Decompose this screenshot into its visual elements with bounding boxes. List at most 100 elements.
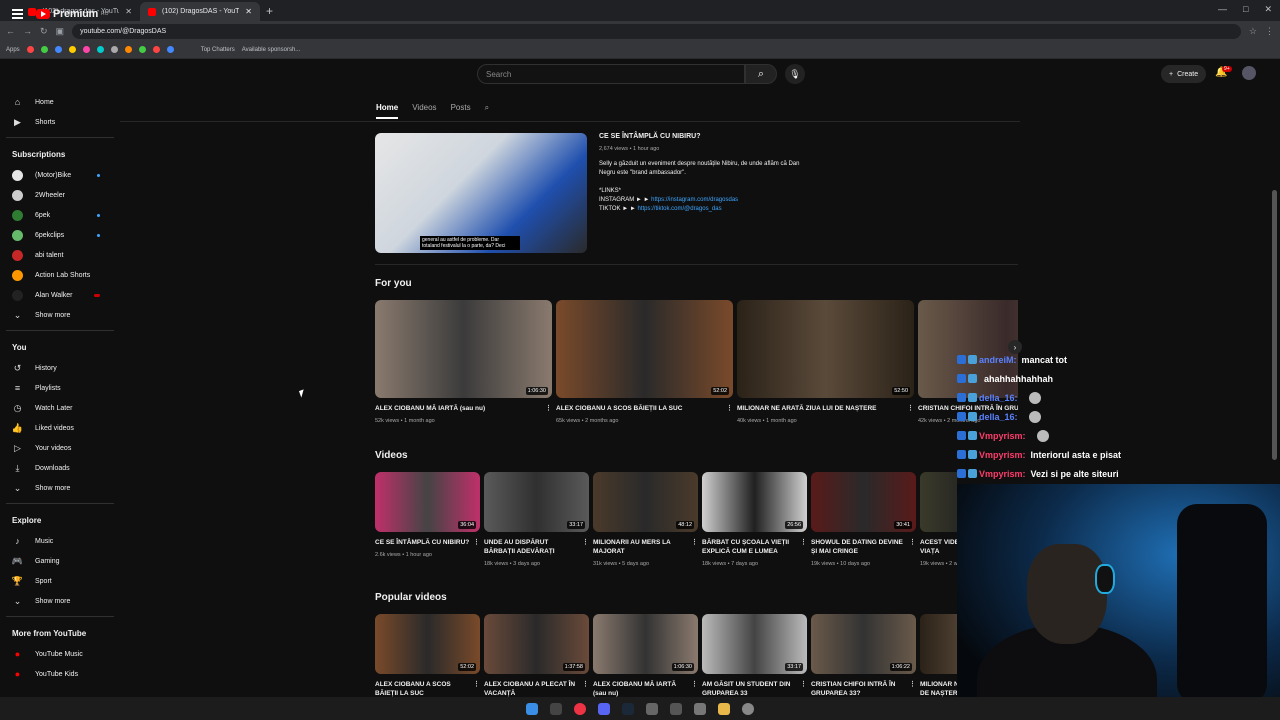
bookmark-icon[interactable]	[124, 46, 132, 53]
avatar[interactable]	[1242, 66, 1256, 80]
video-card[interactable]: 36:04 CE SE ÎNTÂMPLĂ CU NIBIRU? ⋮ 2.6k view…	[375, 472, 482, 567]
sidebar-item[interactable]: ● YouTube Music	[0, 644, 120, 664]
youtube-logo[interactable]: Premium RO	[36, 8, 108, 20]
bookmark-available-sponsors[interactable]: Available sponsorsh...	[242, 47, 301, 53]
sidebar-item[interactable]: ⤓ Downloads	[0, 458, 120, 478]
bookmark-icon[interactable]	[82, 46, 90, 53]
folder-icon[interactable]	[718, 702, 730, 715]
you-heading[interactable]: You	[0, 336, 120, 358]
video-title[interactable]: ALEX CIOBANU A PLECAT ÎN VACANȚĂ ⋮	[484, 680, 591, 698]
video-title[interactable]: ALEX CIOBANU MĂ IARTĂ (sau nu) ⋮	[593, 680, 700, 698]
video-card[interactable]: ACEST VIDEO ÎȚI SCHIMBĂ VIAȚA⋮ 19k views …	[920, 472, 957, 567]
video-card[interactable]: MILIONAR NE ARATĂ ZIUA LUI DE NAȘTERE⋮	[920, 614, 957, 698]
section-title-videos[interactable]: Videos	[375, 450, 408, 461]
menu-icon[interactable]	[12, 9, 23, 19]
close-tab-icon[interactable]: ✕	[125, 7, 132, 16]
video-title[interactable]: MILIONARII AU MERS LA MAJORAT ⋮	[593, 538, 700, 556]
reload-icon[interactable]: ↻	[40, 26, 48, 37]
video-title[interactable]: BĂRBAT CU ȘCOALA VIEȚII EXPLICĂ CUM E LU…	[702, 538, 809, 556]
tab-posts[interactable]: Posts	[451, 103, 471, 119]
video-title[interactable]: MILIONAR NE ARATĂ ZIUA LUI DE NAȘTERE⋮	[737, 404, 916, 413]
video-card[interactable]: 30:41 SHOWUL DE DATING DEVINE ȘI MAI CRIN…	[811, 472, 918, 567]
apps-bookmark[interactable]: Apps	[6, 47, 20, 53]
more-options-icon[interactable]: ⋮	[691, 538, 698, 547]
video-title[interactable]: MILIONAR NE ARATĂ ZIUA LUI DE NAȘTERE⋮	[920, 680, 957, 698]
more-options-icon[interactable]: ⋮	[909, 680, 916, 689]
video-thumbnail[interactable]: 1:06:22	[811, 614, 916, 674]
more-options-icon[interactable]: ⋮	[726, 404, 733, 413]
more-from-youtube-heading[interactable]: More from YouTube	[0, 622, 120, 644]
sidebar-item[interactable]: ≡ Playlists	[0, 378, 120, 398]
sidebar-item[interactable]: 🏆 Sport	[0, 571, 120, 591]
video-card[interactable]: 26:56 BĂRBAT CU ȘCOALA VIEȚII EXPLICĂ CUM…	[702, 472, 809, 567]
video-card[interactable]: 1:37:58 ALEX CIOBANU A PLECAT ÎN VACANȚĂ ⋮	[484, 614, 591, 698]
scrollbar[interactable]	[1272, 190, 1277, 460]
create-button[interactable]: + Create	[1161, 65, 1207, 83]
instagram-link[interactable]: https://instagram.com/dragosdas	[651, 197, 738, 203]
tab-videos[interactable]: Videos	[412, 103, 436, 119]
video-thumbnail[interactable]: 33:17	[484, 472, 589, 532]
sidebar-item[interactable]: ● YouTube Kids	[0, 664, 120, 684]
bookmark-icon[interactable]	[166, 46, 174, 53]
more-options-icon[interactable]: ⋮	[582, 538, 589, 547]
video-thumbnail[interactable]: 52:02	[375, 614, 480, 674]
new-tab-button[interactable]: +	[266, 4, 273, 18]
more-options-icon[interactable]: ⋮	[582, 680, 589, 689]
chrome-icon[interactable]	[574, 702, 586, 715]
app-icon[interactable]	[646, 702, 658, 715]
steam-icon[interactable]	[622, 702, 634, 715]
mic-icon[interactable]: 🎙	[785, 64, 805, 84]
more-options-icon[interactable]: ⋮	[473, 538, 480, 547]
windows-start-icon[interactable]	[526, 702, 538, 715]
video-title[interactable]: SHOWUL DE DATING DEVINE ȘI MAI CRINGE ⋮	[811, 538, 918, 556]
bookmark-icon[interactable]	[26, 46, 34, 53]
video-title[interactable]: ALEX CIOBANU A SCOS BĂIEȚII LA SUC ⋮	[556, 404, 735, 413]
address-bar[interactable]: youtube.com/@DragosDAS	[72, 23, 1241, 39]
video-thumbnail[interactable]: 36:04	[375, 472, 480, 532]
tab-home[interactable]: Home	[376, 103, 399, 119]
back-icon[interactable]: ←	[6, 26, 15, 36]
more-options-icon[interactable]: ⋮	[473, 680, 480, 689]
sidebar-item[interactable]: 6pekclips	[0, 225, 120, 245]
video-title[interactable]: UNDE AU DISPĂRUT BĂRBAȚII ADEVĂRAȚI ⋮	[484, 538, 591, 556]
sidebar-item[interactable]: ▷ Your videos	[0, 438, 120, 458]
video-thumbnail[interactable]: 33:17	[702, 614, 807, 674]
more-options-icon[interactable]: ⋮	[691, 680, 698, 689]
video-thumbnail[interactable]: 30:41	[811, 472, 916, 532]
sidebar-item[interactable]: ⌄ Show more	[0, 305, 120, 325]
sidepanel-icon[interactable]: ▣	[56, 26, 65, 37]
search-input[interactable]: Search	[477, 64, 745, 84]
video-card[interactable]: 1:06:30 ALEX CIOBANU MĂ IARTĂ (sau nu) ⋮	[593, 614, 700, 698]
video-card[interactable]: 33:17 UNDE AU DISPĂRUT BĂRBAȚII ADEVĂRAȚI…	[484, 472, 591, 567]
sidebar-item[interactable]: ⌄ Show more	[0, 478, 120, 498]
sidebar-item[interactable]: ♪ Music	[0, 531, 120, 551]
video-card[interactable]: 52:50 MILIONAR NE ARATĂ ZIUA LUI DE NAȘTE…	[737, 300, 916, 424]
settings-icon[interactable]	[742, 702, 754, 715]
sidebar-item[interactable]: abi talent	[0, 245, 120, 265]
video-card[interactable]: 52:02 ALEX CIOBANU A SCOS BĂIEȚII LA SUC ⋮	[375, 614, 482, 698]
sidebar-item[interactable]: 👍 Liked videos	[0, 418, 120, 438]
video-thumbnail[interactable]: 52:50	[737, 300, 914, 398]
video-thumbnail[interactable]: 26:56	[702, 472, 807, 532]
star-icon[interactable]: ☆	[1249, 26, 1257, 37]
sidebar-item[interactable]: 2Wheeler	[0, 185, 120, 205]
explore-heading[interactable]: Explore	[0, 509, 120, 531]
video-card[interactable]: 1:06:22 CRISTIAN CHIFOI INTRĂ ÎN GRUPAREA…	[811, 614, 918, 698]
video-thumbnail[interactable]: 48:12	[593, 472, 698, 532]
sidebar-item[interactable]: ↺ History	[0, 358, 120, 378]
extensions-icon[interactable]: ⋮	[1265, 26, 1274, 37]
video-card[interactable]: 33:17 AM GĂSIT UN STUDENT DIN GRUPAREA 33…	[702, 614, 809, 698]
close-tab-icon[interactable]: ✕	[245, 7, 252, 16]
video-thumbnail[interactable]: 1:37:58	[484, 614, 589, 674]
bookmark-icon[interactable]	[54, 46, 62, 53]
browser-tab[interactable]: (102) DragosDAS - YouTube ✕	[140, 2, 260, 21]
sidebar-item[interactable]: ⌄ Show more	[0, 591, 120, 611]
maximize-icon[interactable]: □	[1243, 4, 1248, 15]
more-options-icon[interactable]: ⋮	[800, 538, 807, 547]
video-card[interactable]: 1:06:30 ALEX CIOBANU MĂ IARTĂ (sau nu) ⋮ 52…	[375, 300, 554, 424]
sidebar-item[interactable]: (Motor)Bike	[0, 165, 120, 185]
bookmark-icon[interactable]	[152, 46, 160, 53]
video-thumbnail[interactable]	[920, 614, 957, 674]
more-options-icon[interactable]: ⋮	[907, 404, 914, 413]
subscriptions-heading[interactable]: Subscriptions	[0, 143, 120, 165]
